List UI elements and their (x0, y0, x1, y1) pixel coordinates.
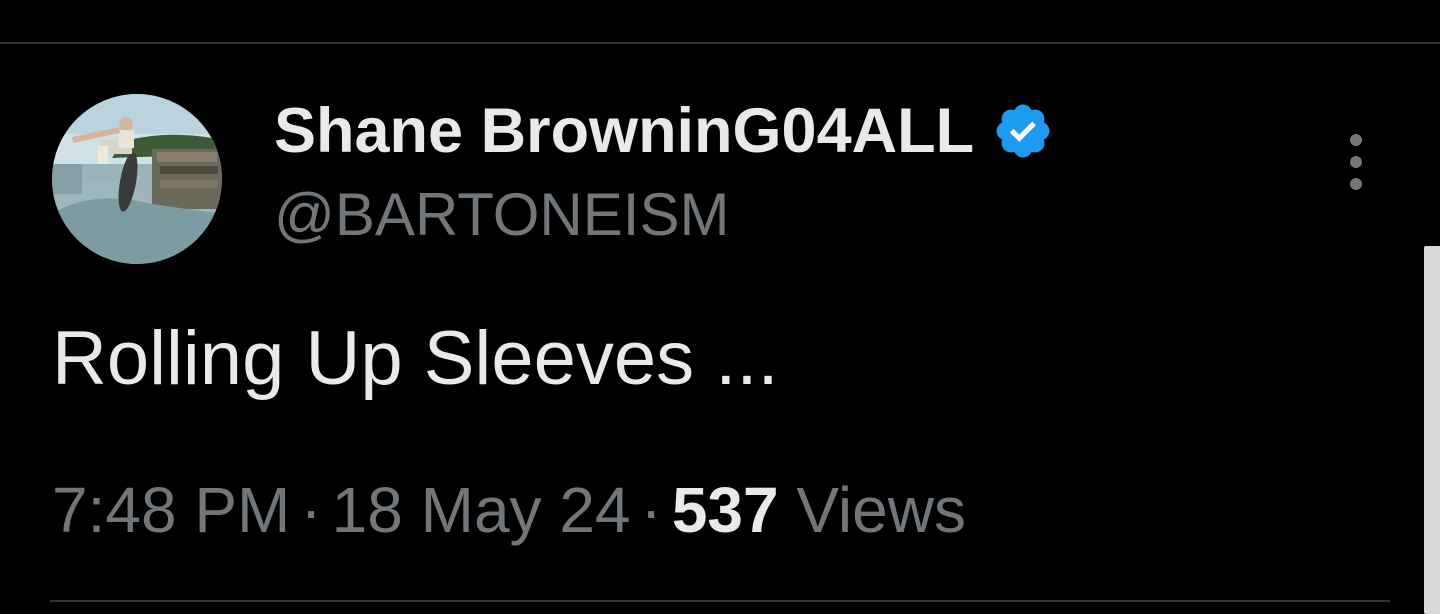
vertical-ellipsis-icon (1350, 178, 1362, 190)
avatar-image (52, 94, 222, 264)
views-label[interactable]: Views (796, 474, 966, 546)
vertical-ellipsis-icon (1350, 134, 1362, 146)
meta-separator: · (300, 474, 322, 546)
tweet-date[interactable]: 18 May 24 (332, 474, 631, 546)
vertical-ellipsis-icon (1350, 156, 1362, 168)
author-handle[interactable]: @BARTONEISM (274, 180, 729, 250)
meta-separator: · (640, 474, 662, 546)
author-name-row[interactable]: Shane BrowninG04ALL (274, 96, 1054, 166)
more-options-button[interactable] (1336, 132, 1376, 192)
views-count[interactable]: 537 (672, 474, 779, 546)
avatar[interactable] (52, 94, 222, 264)
scrollbar[interactable] (1424, 246, 1440, 614)
author-display-name[interactable]: Shane BrowninG04ALL (274, 96, 974, 166)
tweet-text: Rolling Up Sleeves ... (52, 316, 779, 401)
tweet-time[interactable]: 7:48 PM (52, 474, 290, 546)
top-divider (0, 42, 1440, 44)
tweet-meta: 7:48 PM · 18 May 24 · 537 Views (52, 470, 966, 550)
verified-badge-icon (992, 100, 1054, 162)
bottom-divider (50, 600, 1390, 602)
